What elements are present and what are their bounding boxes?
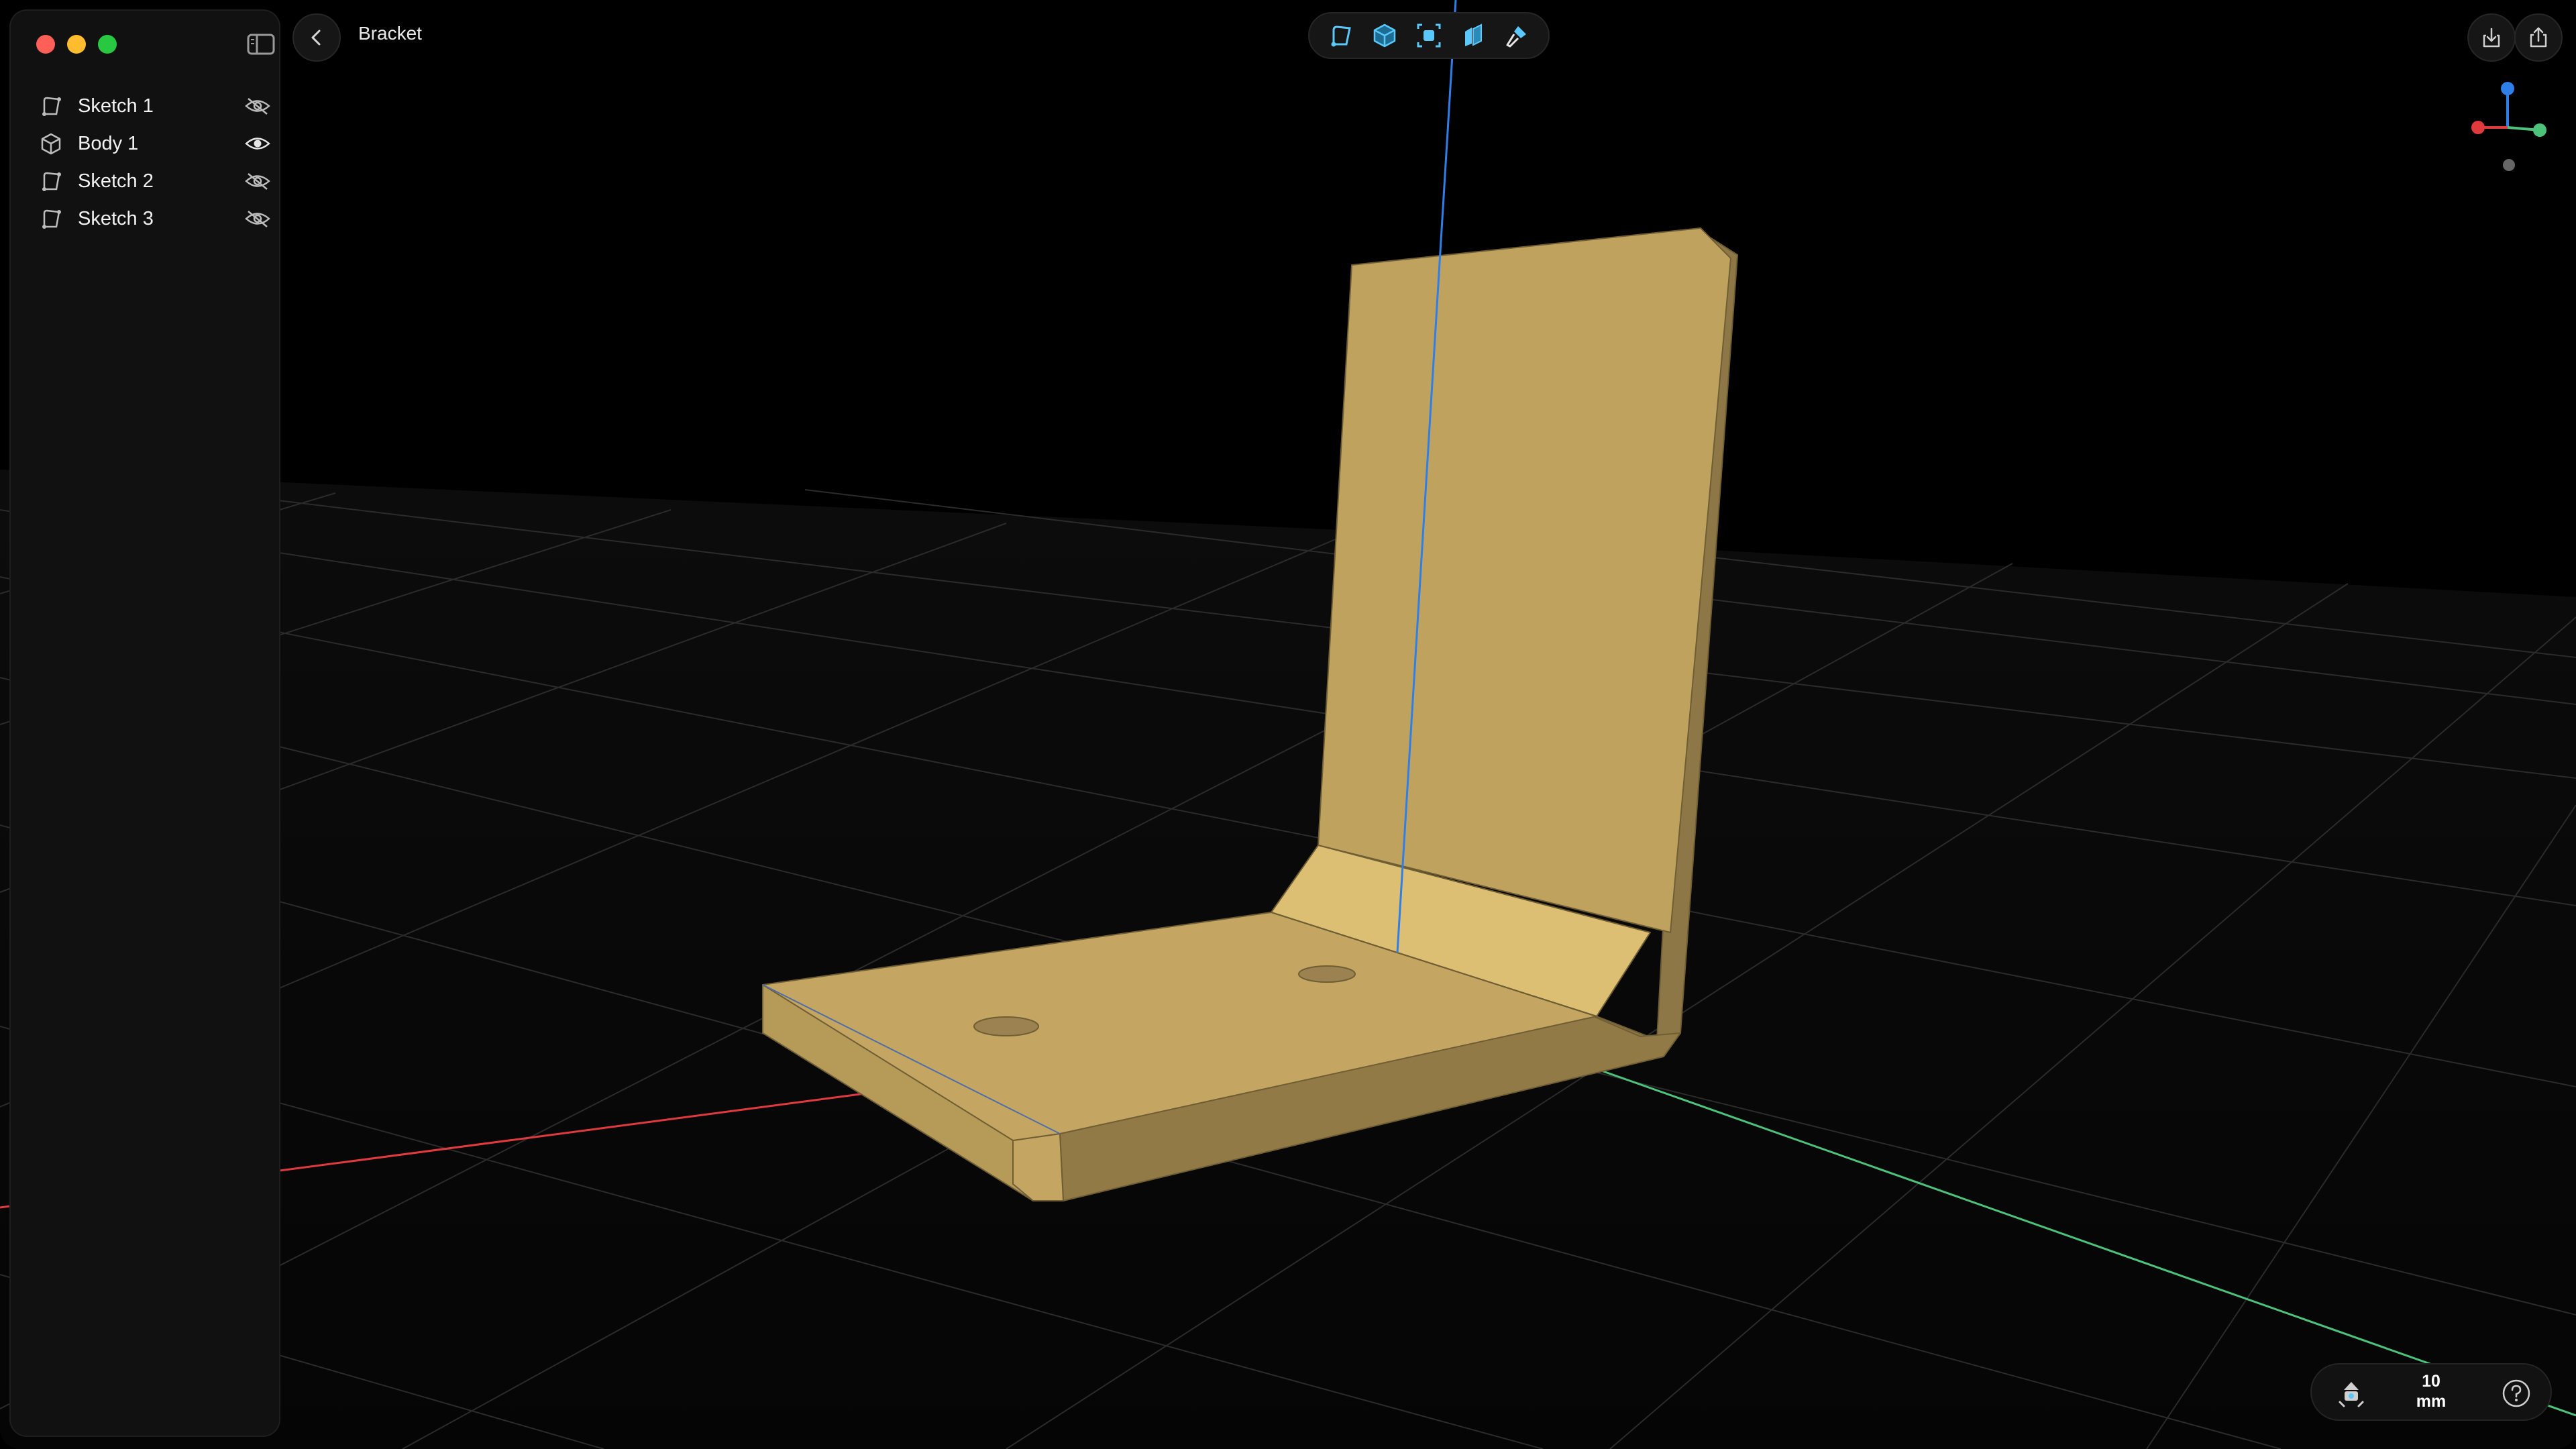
tree-item-label: Sketch 1	[78, 95, 154, 117]
tree-item-sketch-3[interactable]: Sketch 3	[31, 200, 280, 237]
sketch-icon	[42, 97, 61, 116]
sketch-tool-icon	[1331, 25, 1351, 47]
tree-item-label: Sketch 3	[78, 207, 154, 229]
export-button[interactable]	[2467, 13, 2516, 62]
select-tool-button[interactable]	[1413, 20, 1444, 51]
visibility-hidden-icon[interactable]	[244, 96, 271, 116]
grid-scale-value: 10	[2422, 1372, 2440, 1391]
3d-viewport[interactable]	[0, 0, 2576, 1449]
feature-tree: Sketch 1 Body 1 Sketch 2 Sketch 3	[31, 87, 280, 237]
tree-item-label: Body 1	[78, 132, 139, 154]
grid-scale-unit: mm	[2416, 1392, 2447, 1411]
close-window-button[interactable]	[36, 35, 55, 54]
share-button[interactable]	[2514, 13, 2563, 62]
sidebar-toggle-icon[interactable]	[247, 32, 275, 56]
tree-item-body-1[interactable]: Body 1	[31, 125, 280, 162]
visibility-visible-icon[interactable]	[244, 133, 271, 154]
body-tool-button[interactable]	[1369, 20, 1400, 51]
extrude-tool-button[interactable]	[1458, 20, 1489, 51]
sketch-icon	[42, 209, 61, 229]
z-axis-handle[interactable]	[2501, 82, 2514, 95]
chevron-left-icon	[311, 30, 321, 46]
tree-item-sketch-1[interactable]: Sketch 1	[31, 87, 280, 125]
visibility-hidden-icon[interactable]	[244, 171, 271, 191]
extrude-tool-icon	[1464, 23, 1482, 46]
body-tool-icon	[1374, 23, 1396, 48]
paint-tool-icon	[1506, 26, 1527, 48]
view-orientation-gizmo[interactable]	[2462, 74, 2563, 181]
paint-tool-button[interactable]	[1501, 20, 1532, 51]
body-cube-icon	[41, 133, 61, 155]
tree-item-label: Sketch 2	[78, 170, 154, 192]
x-axis-handle[interactable]	[2471, 121, 2485, 134]
view-controls-bar: 10 mm	[2310, 1363, 2552, 1421]
mounting-hole[interactable]	[973, 1016, 1039, 1036]
select-tool-icon	[1417, 23, 1441, 48]
help-icon[interactable]	[2501, 1378, 2532, 1409]
document-title: Bracket	[358, 23, 422, 44]
sketch-tool-button[interactable]	[1326, 20, 1356, 51]
modeling-toolbar	[1308, 12, 1550, 59]
y-axis-handle[interactable]	[2533, 123, 2546, 137]
mounting-hole[interactable]	[1298, 965, 1356, 983]
minimize-window-button[interactable]	[67, 35, 86, 54]
sidebar: Sketch 1 Body 1 Sketch 2 Sketch 3	[9, 9, 280, 1437]
tree-item-sketch-2[interactable]: Sketch 2	[31, 162, 280, 200]
camera-view-icon[interactable]	[2334, 1377, 2368, 1410]
visibility-hidden-icon[interactable]	[244, 209, 271, 229]
app-window: Sketch 1 Body 1 Sketch 2 Sketch 3 Bracke…	[0, 0, 2576, 1449]
export-icon	[2483, 28, 2500, 48]
grid-scale-indicator: 10 mm	[2391, 1371, 2471, 1411]
back-button[interactable]	[292, 13, 341, 62]
origin-handle[interactable]	[2503, 159, 2515, 171]
zoom-window-button[interactable]	[98, 35, 117, 54]
sketch-icon	[42, 172, 61, 191]
share-icon	[2530, 27, 2547, 48]
